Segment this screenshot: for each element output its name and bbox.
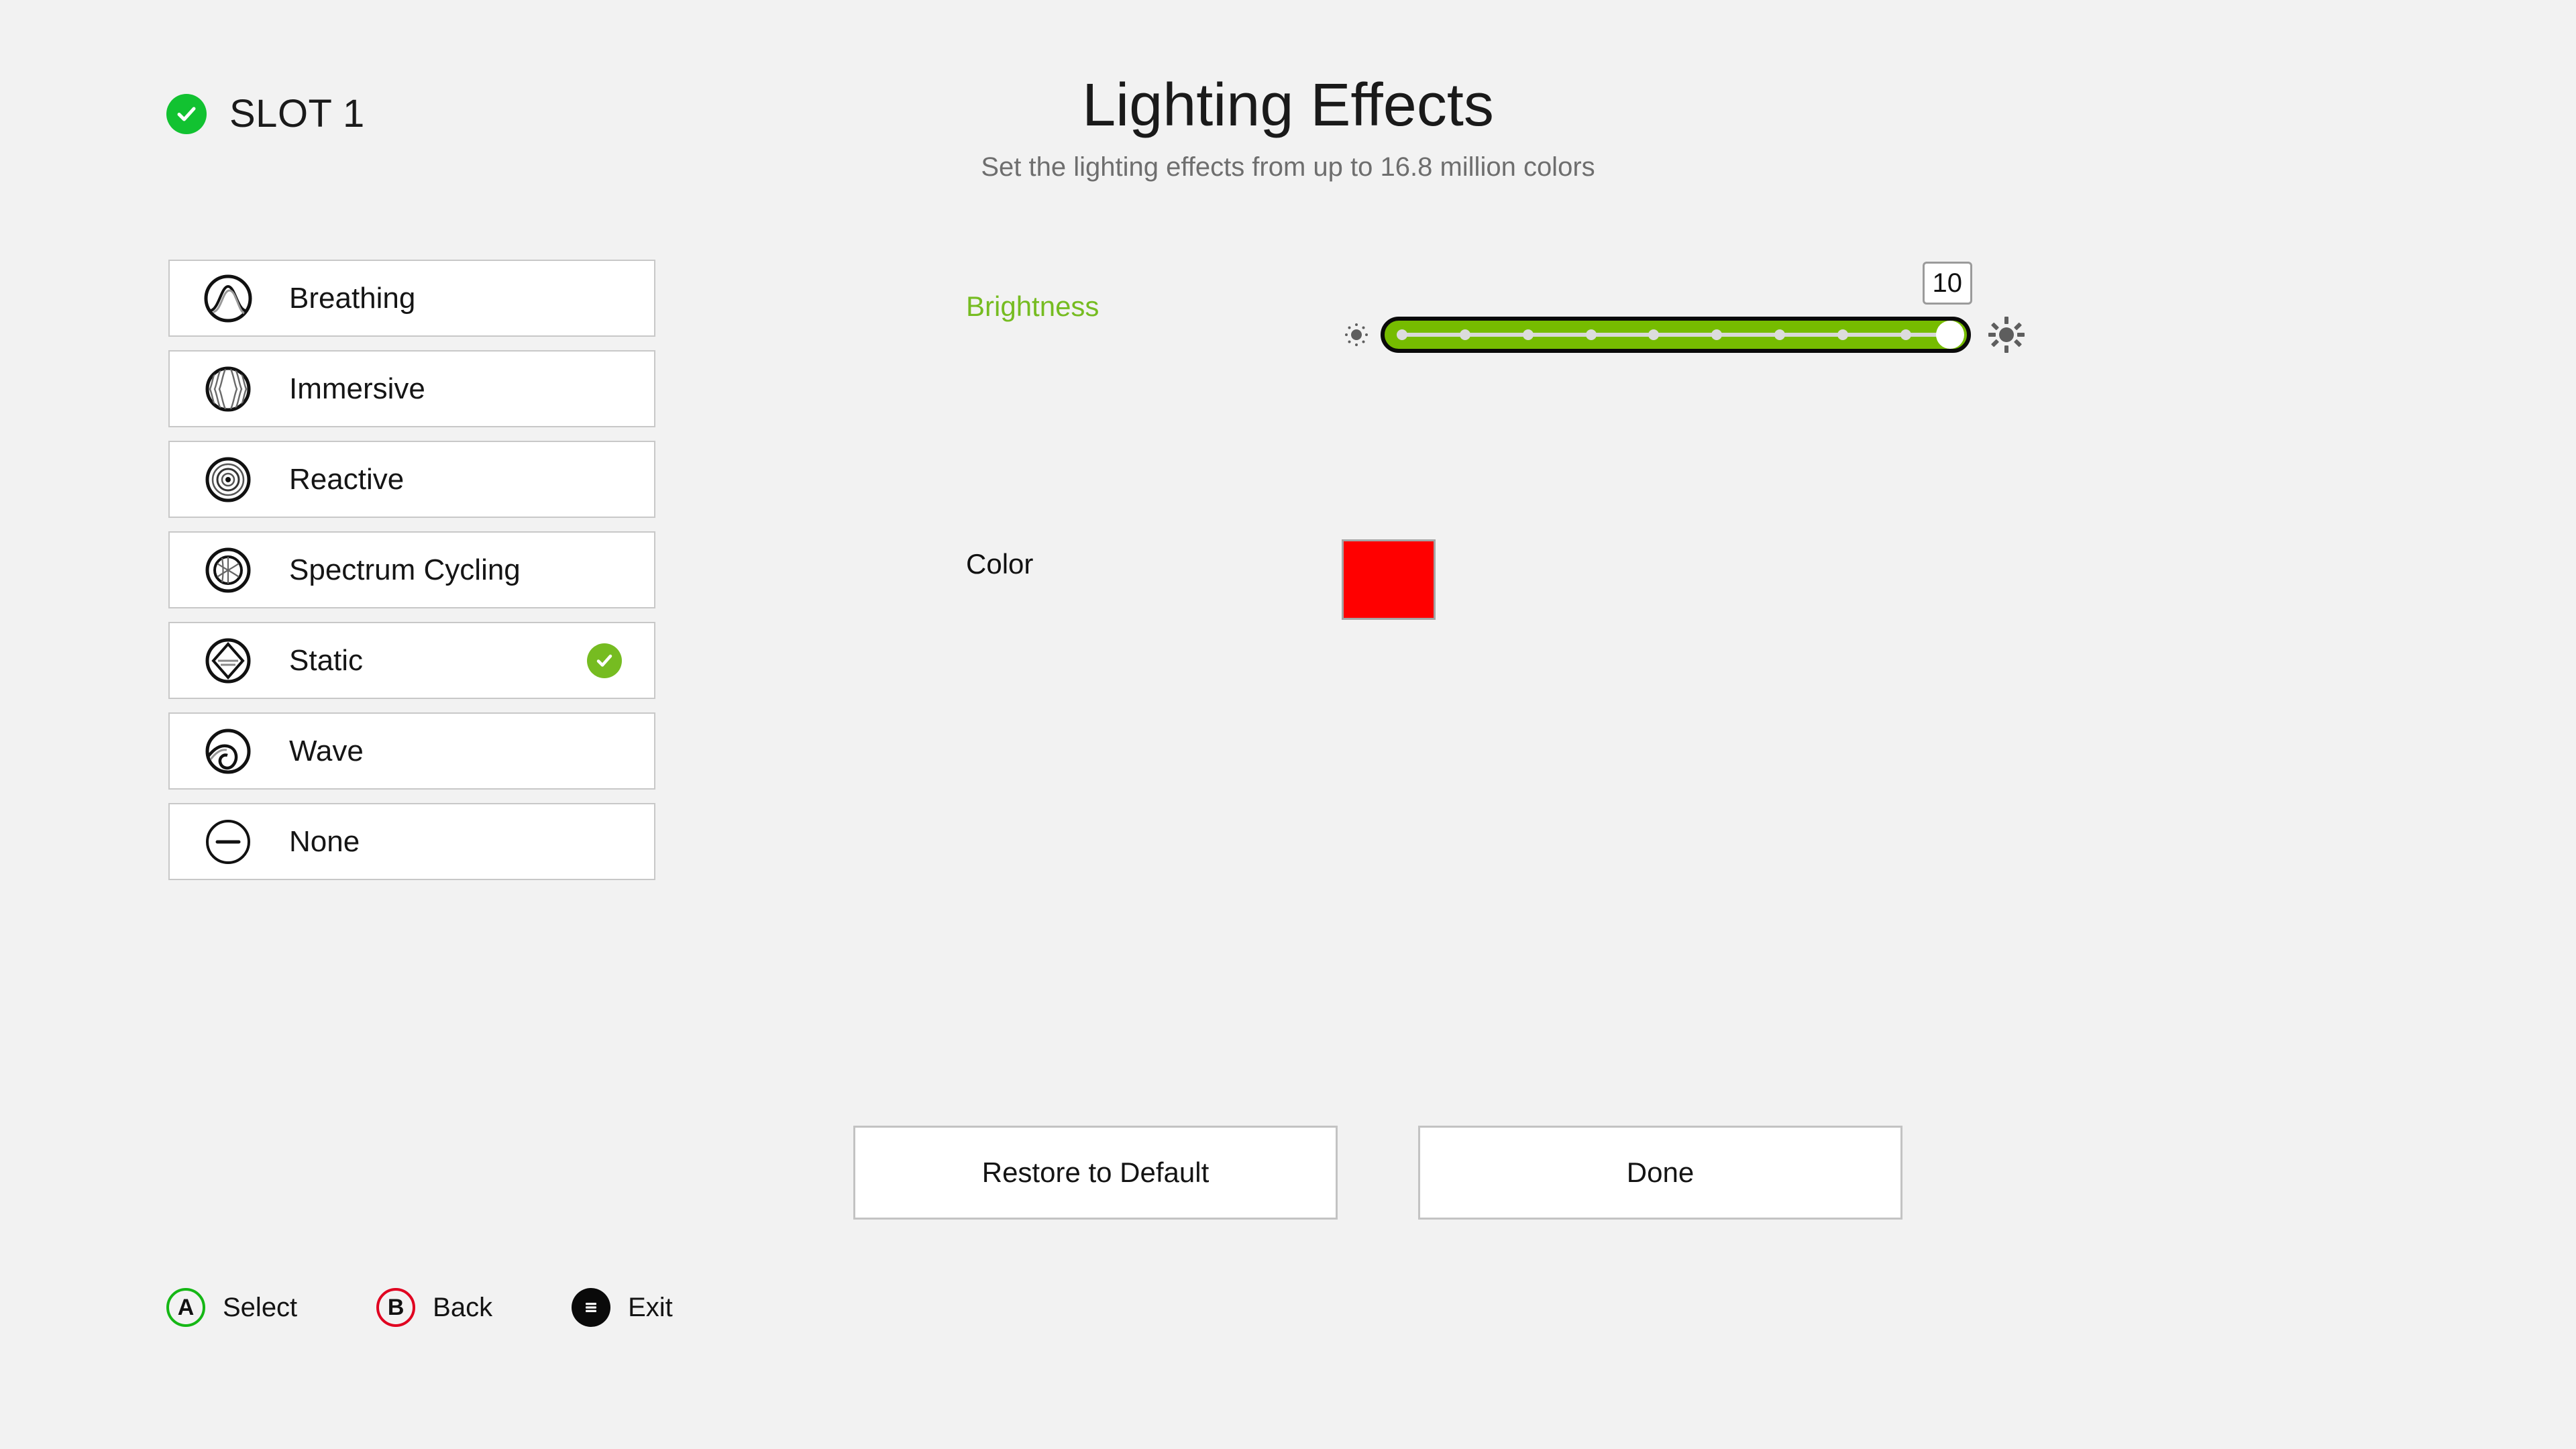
slider-tick <box>1459 329 1470 340</box>
effects-list: Breathing Immersive Reactive Spectrum Cy… <box>168 260 655 894</box>
page-header: Lighting Effects Set the lighting effect… <box>0 74 2576 182</box>
slider-tick <box>1522 329 1534 340</box>
button-a-icon: A <box>166 1288 205 1327</box>
legend-label: Exit <box>628 1292 673 1322</box>
sun-low-icon <box>1342 320 1371 350</box>
brightness-slider[interactable]: 10 <box>1381 262 1972 353</box>
color-swatch[interactable] <box>1342 539 1436 620</box>
brightness-slider-area: 10 <box>1342 262 2241 372</box>
legend-label: Back <box>433 1292 493 1322</box>
brightness-value-tooltip: 10 <box>1922 262 1972 305</box>
color-row: Color <box>966 533 2241 620</box>
legend-item-select: A Select <box>166 1288 297 1327</box>
color-label: Color <box>966 548 1034 580</box>
slider-tick <box>1837 329 1848 340</box>
spectrum-cycling-icon <box>199 541 257 599</box>
slider-tick <box>1585 329 1597 340</box>
button-b-icon: B <box>376 1288 416 1327</box>
immersive-icon <box>199 360 257 418</box>
page-title: Lighting Effects <box>1082 72 1494 139</box>
effect-label: Spectrum Cycling <box>289 553 521 586</box>
wave-icon <box>199 722 257 780</box>
footer-buttons: Restore to Default Done <box>853 1126 1902 1220</box>
effect-label: None <box>289 824 360 858</box>
page-subtitle: Set the lighting effects from up to 16.8… <box>981 152 1595 182</box>
effect-label: Reactive <box>289 462 405 496</box>
none-icon <box>199 813 257 871</box>
effect-item-spectrum-cycling[interactable]: Spectrum Cycling <box>168 531 655 608</box>
slider-tick <box>1711 329 1723 340</box>
sun-high-icon <box>1986 314 2027 356</box>
slider-tick <box>1397 329 1407 340</box>
effect-label: Immersive <box>289 372 425 405</box>
restore-to-default-button[interactable]: Restore to Default <box>853 1126 1338 1220</box>
color-swatch-area <box>1342 533 2241 620</box>
effect-item-none[interactable]: None <box>168 803 655 880</box>
legend-label: Select <box>223 1292 298 1322</box>
slider-ticks <box>1397 329 1949 340</box>
effect-item-immersive[interactable]: Immersive <box>168 350 655 427</box>
effect-item-static[interactable]: Static <box>168 622 655 699</box>
slider-tick <box>1774 329 1786 340</box>
slider-track[interactable] <box>1381 317 1971 353</box>
effect-label: Static <box>289 643 364 677</box>
effect-item-wave[interactable]: Wave <box>168 712 655 790</box>
brightness-row: Brightness 10 <box>966 262 2241 372</box>
legend-item-exit: Exit <box>572 1288 673 1327</box>
brightness-label: Brightness <box>966 290 1099 322</box>
effect-item-reactive[interactable]: Reactive <box>168 441 655 518</box>
gamepad-legend: A Select B Back Exit <box>166 1288 752 1327</box>
effect-label: Wave <box>289 734 364 767</box>
reactive-icon <box>199 451 257 508</box>
button-menu-icon <box>572 1288 611 1327</box>
slider-tick <box>1900 329 1911 340</box>
static-icon <box>199 632 257 690</box>
done-button[interactable]: Done <box>1418 1126 1902 1220</box>
effect-label: Breathing <box>289 281 416 315</box>
slider-tick <box>1648 329 1660 340</box>
legend-item-back: B Back <box>376 1288 492 1327</box>
settings-panel: Brightness 10 Color <box>966 262 2241 620</box>
slider-thumb[interactable] <box>1936 321 1964 349</box>
effect-item-breathing[interactable]: Breathing <box>168 260 655 337</box>
breathing-icon <box>199 270 257 327</box>
effect-selected-check-icon <box>587 643 622 678</box>
